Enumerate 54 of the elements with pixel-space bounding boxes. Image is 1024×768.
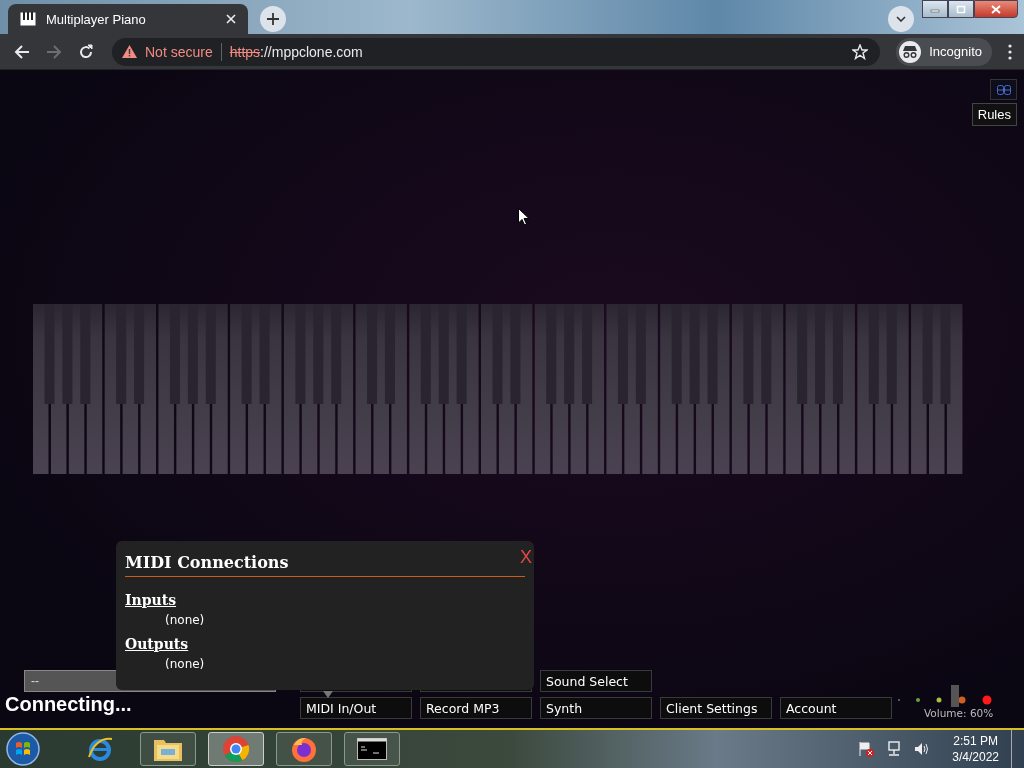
menu-button[interactable]: Sound Select <box>540 670 652 692</box>
status-text: Connecting... <box>5 692 133 716</box>
dialog-title: MIDI Connections <box>125 553 289 572</box>
speaker-icon[interactable] <box>914 741 931 757</box>
menu-button[interactable]: Client Settings <box>660 697 772 719</box>
new-tab-button[interactable] <box>260 6 286 32</box>
incognito-icon <box>899 40 922 63</box>
star-icon[interactable] <box>852 43 869 60</box>
warning-icon <box>122 45 137 58</box>
security-label[interactable]: Not secure <box>145 43 213 60</box>
close-icon[interactable] <box>226 14 236 24</box>
rules-button[interactable]: Rules <box>971 103 1017 126</box>
incognito-button[interactable]: Incognito <box>896 37 992 66</box>
firefox-icon <box>290 735 318 763</box>
section-heading: Outputs <box>125 635 189 653</box>
plus-icon <box>267 13 279 25</box>
toggle-icon <box>996 84 1011 95</box>
start-button[interactable] <box>6 732 40 766</box>
clock-time: 2:51 PM <box>953 733 998 749</box>
maximize-button[interactable] <box>948 0 974 18</box>
maximize-icon <box>956 4 966 14</box>
clock[interactable]: 2:51 PM 3/4/2022 <box>952 733 999 765</box>
chrome-icon <box>222 735 250 763</box>
section-heading: Inputs <box>125 591 177 609</box>
menu-button[interactable]: Account <box>780 697 892 719</box>
tab-search-button[interactable] <box>888 6 914 32</box>
toggle-button[interactable] <box>990 79 1017 100</box>
piano-icon <box>20 12 36 26</box>
menu-button[interactable]: MIDI In/Out <box>300 697 412 719</box>
cursor-icon <box>518 208 530 226</box>
device-item: (none) <box>165 613 205 627</box>
menu-icon[interactable] <box>1008 43 1012 60</box>
reload-icon[interactable] <box>78 43 94 60</box>
menu-button[interactable]: Synth <box>540 697 652 719</box>
terminal-icon <box>357 738 387 760</box>
menu-button[interactable]: Record MP3 <box>420 697 532 719</box>
minimize-button[interactable] <box>922 0 948 18</box>
volume-meter-icon <box>896 695 992 705</box>
taskbar-app[interactable] <box>344 732 400 766</box>
browser-icon <box>86 735 114 763</box>
close-button[interactable] <box>974 0 1018 18</box>
back-icon[interactable] <box>14 43 30 60</box>
device-item: (none) <box>165 657 205 671</box>
taskbar-app[interactable] <box>140 732 196 766</box>
url-text: https://mppclone.com <box>229 43 363 60</box>
address-bar[interactable]: Not secure https://mppclone.com <box>112 37 881 66</box>
close-icon <box>991 4 1001 14</box>
volume-label: Volume: 60% <box>924 707 994 719</box>
chevron-icon <box>896 16 906 22</box>
flag-icon[interactable] <box>858 741 875 757</box>
close-button[interactable]: X <box>520 542 532 572</box>
clock-date: 3/4/2022 <box>952 749 999 765</box>
network-icon[interactable] <box>886 741 903 757</box>
browser-tab[interactable]: Multiplayer Piano <box>8 4 248 34</box>
